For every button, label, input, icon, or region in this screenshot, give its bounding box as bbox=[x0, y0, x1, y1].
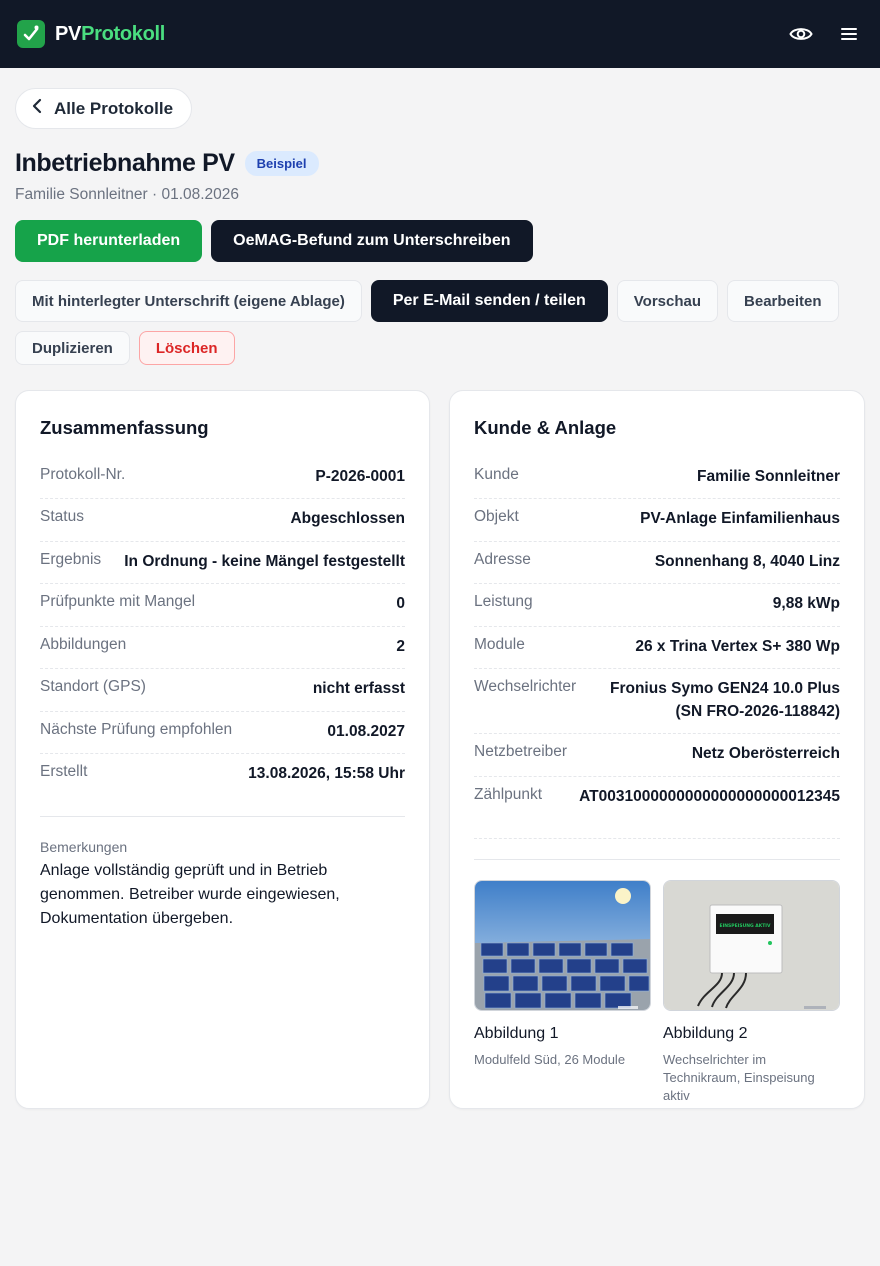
customer-label: Module bbox=[474, 635, 525, 653]
figure-description: Modulfeld Süd, 26 Module bbox=[474, 1051, 626, 1067]
brand-name: PVProtokoll bbox=[55, 23, 165, 46]
customer-row: Adresse Sonnenhang 8, 4040 Linz bbox=[474, 542, 840, 585]
customer-label: Objekt bbox=[474, 508, 519, 526]
summary-title: Zusammenfassung bbox=[40, 417, 209, 438]
customer-row: Wechselrichter Fronius Symo GEN24 10.0 Pl… bbox=[474, 669, 840, 735]
preview-button[interactable]: Vorschau bbox=[616, 280, 719, 322]
customer-label: Wechselrichter bbox=[474, 678, 577, 696]
top-actions bbox=[788, 21, 862, 47]
summary-value: Abgeschlossen bbox=[290, 510, 405, 528]
remarks-text: Anlage vollständig geprüft und in Betrie… bbox=[40, 861, 340, 927]
status-badge: Beispiel bbox=[244, 151, 319, 176]
customer-row: Netzbetreiber Netz Oberösterreich bbox=[474, 734, 840, 777]
customer-value: 9,88 kWp bbox=[772, 595, 840, 613]
customer-title: Kunde & Anlage bbox=[474, 417, 617, 438]
summary-label: Prüfpunkte mit Mangel bbox=[40, 593, 196, 611]
summary-value: 0 bbox=[396, 595, 405, 613]
pdf-download-button[interactable]: PDF herunterladen bbox=[15, 220, 203, 262]
customer-label: Netzbetreiber bbox=[474, 743, 568, 761]
customer-row: Zählpunkt AT0031000000000000000000012345 bbox=[474, 777, 840, 839]
figure-description: Wechselrichter im Technikraum, Einspeisu… bbox=[663, 1051, 815, 1104]
customer-value: Fronius Symo GEN24 10.0 Plus (SN FRO-202… bbox=[610, 680, 840, 720]
figure-image-inverter[interactable]: EINSPEISUNG AKTIV bbox=[663, 879, 840, 1011]
summary-row: Nächste Prüfung empfohlen 01.08.2027 bbox=[40, 712, 405, 755]
hamburger-icon[interactable] bbox=[836, 21, 862, 47]
customer-row: Leistung 9,88 kWp bbox=[474, 584, 840, 627]
summary-label: Ergebnis bbox=[40, 550, 102, 568]
summary-row: Ergebnis In Ordnung - keine Mängel festge… bbox=[40, 542, 405, 585]
top-bar: PVProtokoll bbox=[0, 0, 880, 68]
back-button-label: Alle Protokolle bbox=[54, 98, 174, 118]
summary-value: 01.08.2027 bbox=[327, 722, 405, 740]
customer-label: Leistung bbox=[474, 593, 533, 611]
summary-label: Nächste Prüfung empfohlen bbox=[40, 720, 233, 738]
customer-label: Kunde bbox=[474, 466, 519, 483]
summary-label: Protokoll-Nr. bbox=[40, 466, 126, 483]
email-share-button[interactable]: Per E-Mail senden / teilen bbox=[370, 280, 608, 322]
customer-row: Objekt PV-Anlage Einfamilienhaus bbox=[474, 499, 840, 542]
customer-value: Sonnenhang 8, 4040 Linz bbox=[654, 552, 840, 570]
edit-button[interactable]: Bearbeiten bbox=[727, 280, 839, 322]
figure-item[interactable]: Abbildung 1 Modulfeld Süd, 26 Module bbox=[474, 879, 651, 1106]
remarks-label: Bemerkungen bbox=[40, 838, 128, 855]
back-button[interactable]: Alle Protokolle bbox=[15, 88, 193, 129]
customer-card: Kunde & Anlage Kunde Familie Sonnleitner … bbox=[449, 390, 865, 1109]
chevron-left-icon bbox=[32, 98, 42, 119]
brand-name-rest: Protokoll bbox=[81, 22, 166, 45]
customer-label: Zählpunkt bbox=[474, 785, 543, 803]
figure-item[interactable]: EINSPEISUNG AKTIV Abbildung 2 Wechselric… bbox=[663, 879, 840, 1106]
customer-value: 26 x Trina Vertex S+ 380 Wp bbox=[635, 637, 840, 655]
page-subtitle: Familie Sonnleitner · 01.08.2026 bbox=[15, 186, 240, 203]
summary-value: nicht erfasst bbox=[312, 680, 405, 698]
divider bbox=[40, 815, 405, 817]
customer-value: AT0031000000000000000000012345 bbox=[579, 787, 840, 805]
customer-value: Netz Oberösterreich bbox=[691, 745, 840, 763]
summary-row: Abbildungen 2 bbox=[40, 627, 405, 670]
summary-label: Erstellt bbox=[40, 763, 88, 781]
summary-row: Protokoll-Nr. P-2026-0001 bbox=[40, 457, 405, 500]
summary-row: Standort (GPS) nicht erfasst bbox=[40, 669, 405, 712]
cards: Zusammenfassung Protokoll-Nr. P-2026-0001… bbox=[15, 390, 865, 1109]
summary-label: Abbildungen bbox=[40, 635, 127, 653]
figure-caption: Abbildung 1 bbox=[474, 1024, 559, 1042]
summary-row: Status Abgeschlossen bbox=[40, 499, 405, 542]
summary-value: P-2026-0001 bbox=[315, 468, 405, 485]
eye-icon[interactable] bbox=[788, 21, 814, 47]
summary-label: Status bbox=[40, 508, 84, 526]
figure-gallery: Abbildung 1 Modulfeld Süd, 26 Module EIN… bbox=[474, 879, 840, 1106]
figure-caption: Abbildung 2 bbox=[663, 1024, 748, 1042]
title-row: Inbetriebnahme PV Beispiel bbox=[15, 149, 865, 178]
page-title: Inbetriebnahme PV bbox=[15, 149, 235, 177]
oemag-sign-button[interactable]: OeMAG-Befund zum Unterschreiben bbox=[211, 220, 533, 262]
main-content: Alle Protokolle Inbetriebnahme PV Beispi… bbox=[0, 68, 880, 1129]
brand-name-pv: PV bbox=[55, 22, 82, 45]
summary-row: Erstellt 13.08.2026, 15:58 Uhr bbox=[40, 754, 405, 795]
figure-image-solar-field[interactable] bbox=[474, 879, 651, 1011]
summary-value: 2 bbox=[396, 637, 405, 655]
summary-card: Zusammenfassung Protokoll-Nr. P-2026-0001… bbox=[15, 390, 430, 1109]
summary-value: In Ordnung - keine Mängel festgestellt bbox=[124, 552, 405, 570]
signature-button[interactable]: Mit hinterlegter Unterschrift (eigene Ab… bbox=[15, 280, 362, 322]
brand[interactable]: PVProtokoll bbox=[17, 20, 165, 48]
duplicate-button[interactable]: Duplizieren bbox=[15, 331, 130, 365]
customer-label: Adresse bbox=[474, 550, 531, 568]
customer-value: Familie Sonnleitner bbox=[697, 468, 840, 485]
summary-label: Standort (GPS) bbox=[40, 678, 146, 696]
summary-row: Prüfpunkte mit Mangel 0 bbox=[40, 584, 405, 627]
check-clipboard-icon bbox=[17, 20, 45, 48]
divider bbox=[474, 858, 840, 860]
customer-row: Kunde Familie Sonnleitner bbox=[474, 457, 840, 500]
inverter-display-text: EINSPEISUNG AKTIV bbox=[720, 923, 771, 929]
summary-value: 13.08.2026, 15:58 Uhr bbox=[248, 765, 405, 783]
customer-row: Module 26 x Trina Vertex S+ 380 Wp bbox=[474, 627, 840, 670]
action-bar: PDF herunterladen OeMAG-Befund zum Unter… bbox=[15, 220, 865, 365]
delete-button[interactable]: Löschen bbox=[138, 331, 235, 365]
customer-value: PV-Anlage Einfamilienhaus bbox=[640, 510, 840, 528]
